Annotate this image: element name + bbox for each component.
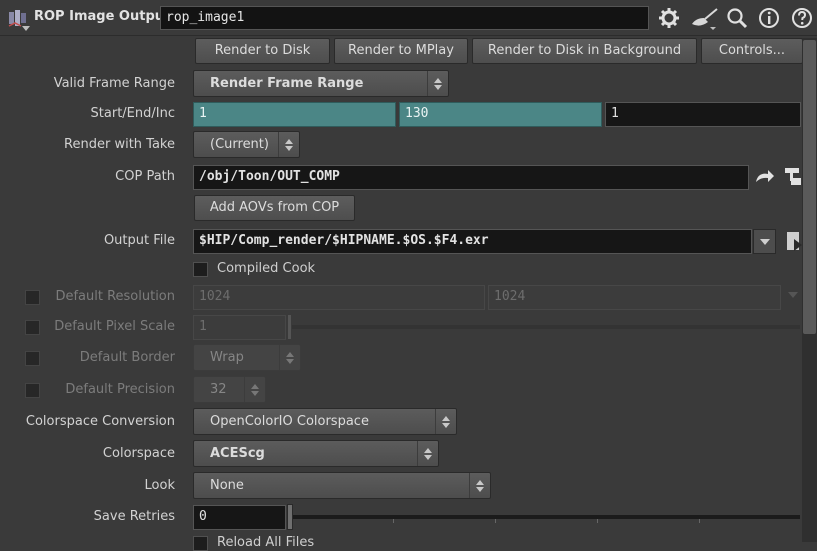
gear-icon[interactable] <box>657 6 681 30</box>
start-end-inc-label: Start/End/Inc <box>90 106 175 121</box>
paint-brush-icon[interactable] <box>690 6 720 30</box>
save-retries-slider-track[interactable] <box>290 515 800 519</box>
default-pixel-scale-checkbox[interactable] <box>25 320 40 335</box>
chevron-down-icon <box>760 239 770 245</box>
menu-arrows-icon <box>279 345 300 370</box>
chevron-down-icon[interactable] <box>788 292 798 300</box>
menu-arrows-icon <box>244 377 265 402</box>
file-chooser-icon[interactable] <box>784 229 804 255</box>
scrollbar-thumb[interactable] <box>803 40 816 334</box>
render-to-disk-background-button[interactable]: Render to Disk in Background <box>472 38 697 64</box>
add-aovs-from-cop-button[interactable]: Add AOVs from COP <box>194 195 355 221</box>
colorspace-value: ACEScg <box>210 446 265 461</box>
colorspace-conversion-value: OpenColorIO Colorspace <box>210 414 369 429</box>
compiled-cook-label: Compiled Cook <box>217 261 316 276</box>
cop-path-label: COP Path <box>115 169 175 184</box>
menu-arrows-icon <box>417 441 438 466</box>
colorspace-conversion-menu[interactable]: OpenColorIO Colorspace <box>193 408 457 435</box>
render-to-mplay-button[interactable]: Render to MPlay <box>334 38 468 64</box>
rop-node-icon[interactable] <box>8 8 28 28</box>
reload-all-files-label: Reload All Files <box>217 535 315 550</box>
default-border-checkbox[interactable] <box>25 351 40 366</box>
valid-frame-range-label: Valid Frame Range <box>53 76 175 91</box>
menu-arrows-icon <box>427 71 448 96</box>
slider-tick <box>393 519 394 523</box>
look-value: None <box>210 478 244 493</box>
render-with-take-value: (Current) <box>210 137 269 152</box>
menu-arrows-icon <box>435 409 456 434</box>
default-precision-label: Default Precision <box>65 382 175 397</box>
slider-tick <box>495 519 496 523</box>
controls-button[interactable]: Controls... <box>701 38 803 64</box>
output-file-label: Output File <box>103 233 175 248</box>
look-menu[interactable]: None <box>193 472 491 499</box>
colorspace-menu[interactable]: ACEScg <box>193 440 439 467</box>
save-retries-field[interactable]: 0 <box>193 505 286 530</box>
slider-tick <box>597 519 598 523</box>
look-label: Look <box>144 478 175 493</box>
render-with-take-label: Render with Take <box>64 137 175 152</box>
search-icon[interactable] <box>725 6 749 30</box>
help-icon[interactable] <box>790 6 814 30</box>
default-border-value: Wrap <box>210 350 244 365</box>
render-to-disk-button[interactable]: Render to Disk <box>195 38 330 64</box>
valid-frame-range-menu[interactable]: Render Frame Range <box>193 70 449 97</box>
frame-end-field[interactable]: 130 <box>399 102 602 127</box>
default-resolution-checkbox[interactable] <box>25 290 40 305</box>
default-precision-menu[interactable]: 32 <box>193 376 266 403</box>
default-resolution-x-field[interactable]: 1024 <box>193 285 485 310</box>
jump-to-node-icon[interactable] <box>754 168 776 188</box>
frame-start-field[interactable]: 1 <box>193 102 396 127</box>
colorspace-conversion-label: Colorspace Conversion <box>25 414 175 429</box>
frame-inc-field[interactable]: 1 <box>605 102 801 127</box>
menu-arrows-icon <box>278 132 299 157</box>
output-file-history-dropdown[interactable] <box>753 229 776 254</box>
node-menu-chevron-icon[interactable] <box>22 26 30 32</box>
cop-path-field[interactable]: /obj/Toon/OUT_COMP <box>193 165 749 190</box>
pixel-scale-slider-handle[interactable] <box>287 314 292 340</box>
default-precision-checkbox[interactable] <box>25 383 40 398</box>
node-chooser-icon[interactable] <box>781 164 803 190</box>
default-pixel-scale-label: Default Pixel Scale <box>54 319 175 334</box>
colorspace-label: Colorspace <box>102 446 175 461</box>
output-file-field[interactable]: $HIP/Comp_render/$HIPNAME.$OS.$F4.exr <box>193 229 752 254</box>
default-resolution-label: Default Resolution <box>55 289 175 304</box>
default-pixel-scale-field[interactable]: 1 <box>193 315 286 340</box>
pixel-scale-slider-track[interactable] <box>290 325 800 329</box>
node-type-label: ROP Image Output <box>34 9 171 24</box>
save-retries-slider-handle[interactable] <box>287 504 293 530</box>
node-name-field[interactable]: rop_image1 <box>160 6 649 30</box>
default-precision-value: 32 <box>210 382 227 397</box>
default-border-label: Default Border <box>79 350 175 365</box>
compiled-cook-checkbox[interactable] <box>193 262 208 277</box>
save-retries-label: Save Retries <box>93 509 175 524</box>
slider-tick <box>699 519 700 523</box>
default-border-menu[interactable]: Wrap <box>193 344 301 371</box>
menu-arrows-icon <box>469 473 490 498</box>
info-icon[interactable] <box>757 6 781 30</box>
default-resolution-y-field[interactable]: 1024 <box>488 285 781 310</box>
valid-frame-range-value: Render Frame Range <box>210 76 364 91</box>
render-with-take-menu[interactable]: (Current) <box>193 131 300 158</box>
reload-all-files-checkbox[interactable] <box>193 536 208 551</box>
